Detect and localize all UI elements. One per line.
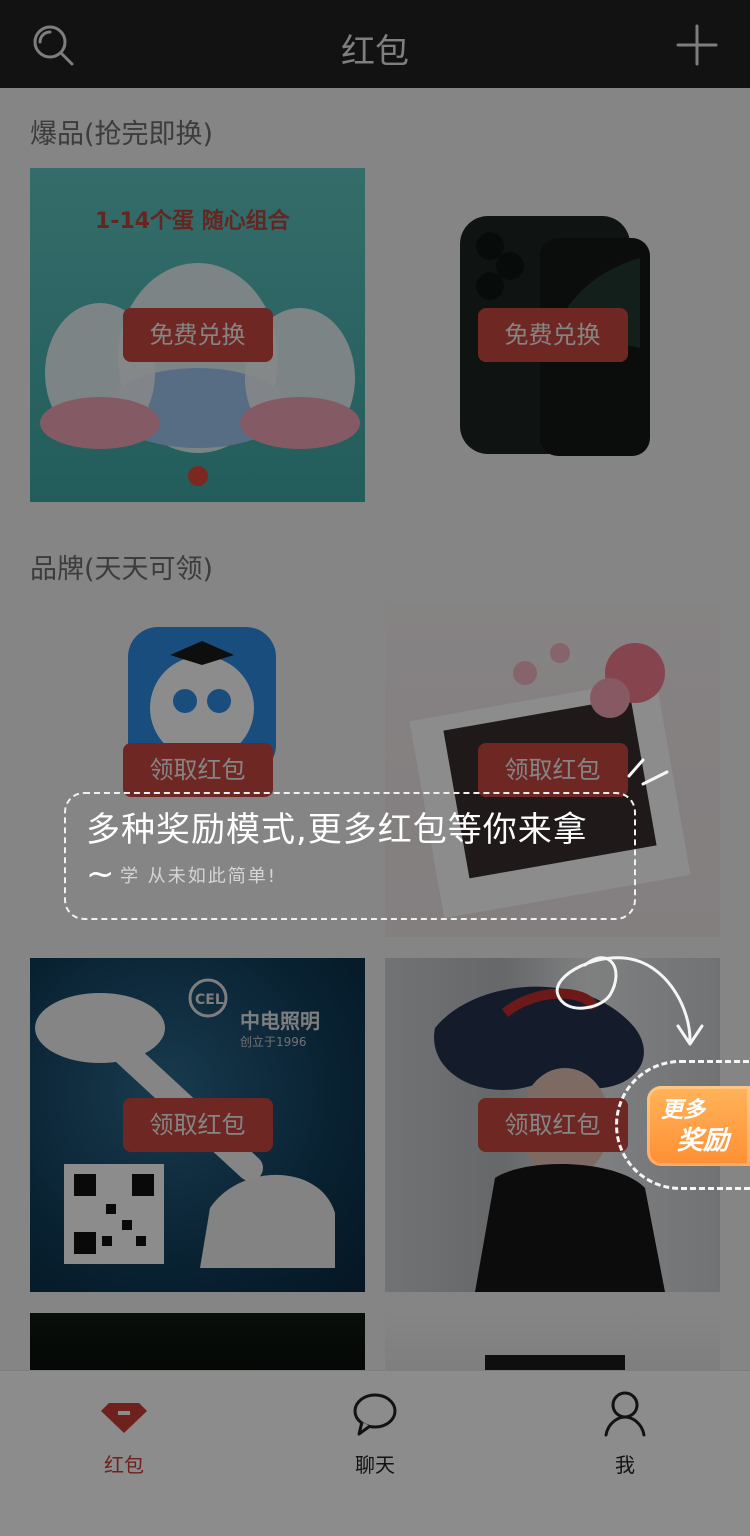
tab-me[interactable]: 我	[565, 1389, 685, 1478]
free-redeem-button[interactable]: 免费兑换	[477, 308, 628, 362]
tab-label: 我	[615, 1453, 635, 1477]
card-image	[385, 1313, 720, 1370]
tab-chat[interactable]: 聊天	[315, 1389, 435, 1478]
more-rewards-button[interactable]: 更多 奖励	[647, 1086, 750, 1166]
diamond-icon	[99, 1389, 149, 1439]
claim-red-packet-button[interactable]: 领取红包	[477, 1098, 628, 1152]
claim-red-packet-button[interactable]: 领取红包	[122, 743, 273, 797]
onboarding-tooltip: 多种奖励模式,更多红包等你来拿~	[64, 792, 636, 920]
free-redeem-button[interactable]: 免费兑换	[122, 308, 273, 362]
egg-cooker-headline: 1-14个蛋 随心组合	[95, 208, 291, 234]
brand-card-lighting[interactable]: CEL 中电照明 创立于1996 领取红包	[30, 958, 365, 1292]
claim-red-packet-button[interactable]: 领取红包	[477, 743, 628, 797]
tab-label: 红包	[104, 1453, 144, 1477]
more-rewards-highlight: 更多 奖励	[615, 1060, 750, 1190]
chat-bubble-icon	[350, 1389, 400, 1439]
brand-card-partial-left[interactable]	[30, 1313, 365, 1370]
plus-icon[interactable]	[674, 22, 720, 68]
section-title-hot: 爆品(抢完即换)	[30, 119, 214, 150]
brand-card-partial-right[interactable]	[385, 1313, 720, 1370]
brand-logo-text: CEL	[195, 992, 224, 1008]
bottom-tab-bar: 红包 聊天 我	[0, 1370, 750, 1536]
top-bar: 红包	[0, 0, 750, 88]
person-icon	[600, 1389, 650, 1439]
product-card-phone[interactable]: 免费兑换	[385, 168, 720, 502]
card-image	[30, 1313, 365, 1370]
pointer-arrow-icon	[540, 940, 720, 1080]
brand-name: 中电照明	[240, 1009, 320, 1033]
tooltip-sparkle	[625, 754, 685, 794]
card-subtext-partial: 学 从未如此简单!	[120, 866, 277, 887]
tab-red-packet[interactable]: 红包	[64, 1389, 184, 1478]
page-title: 红包	[341, 32, 409, 72]
product-card-egg-cooker[interactable]: 1-14个蛋 随心组合 免费兑换	[30, 168, 365, 502]
section-title-brand: 品牌(天天可领)	[30, 554, 214, 585]
more-rewards-line2: 奖励	[677, 1126, 730, 1156]
tab-label: 聊天	[355, 1453, 395, 1477]
brand-founded: 创立于1996	[240, 1034, 307, 1049]
claim-red-packet-button[interactable]: 领取红包	[122, 1098, 273, 1152]
